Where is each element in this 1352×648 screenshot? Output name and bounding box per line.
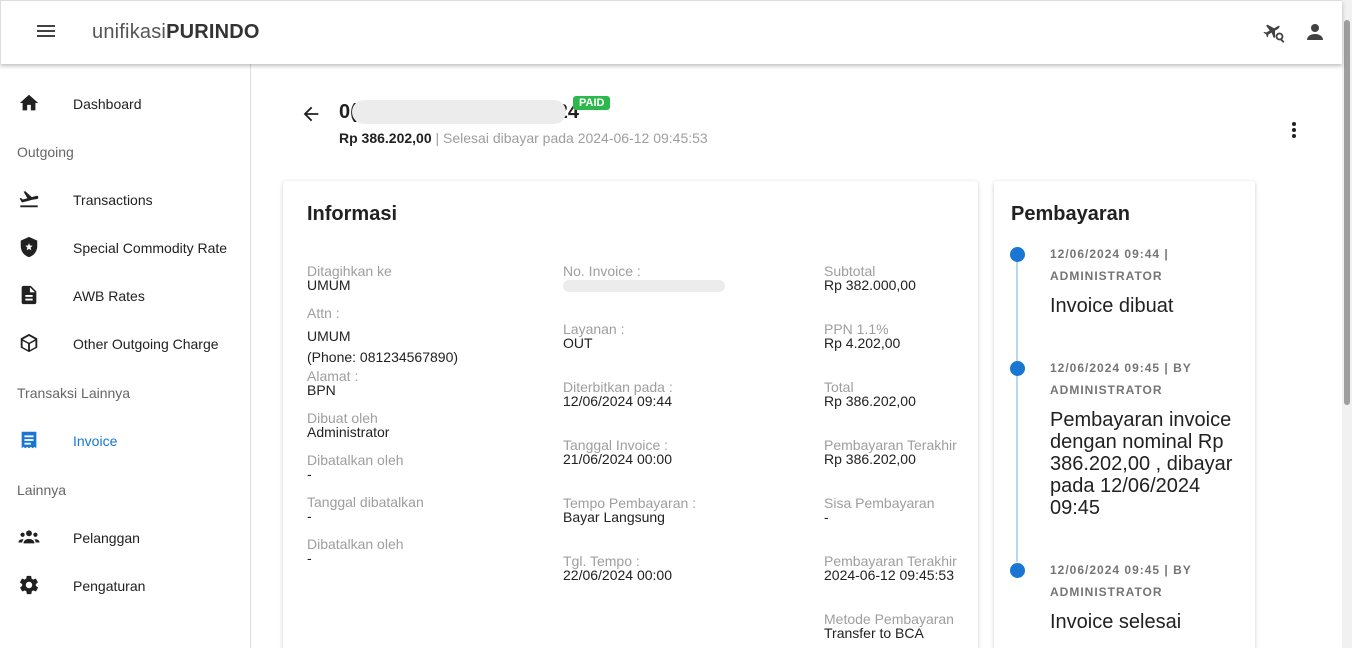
receipt-icon [18, 429, 42, 453]
field-dibatalkan-oleh-2: Dibatalkan oleh - [307, 536, 404, 566]
paid-note: | Selesai dibayar pada 2024-06-12 09:45:… [431, 130, 708, 146]
sidebar-item-dashboard[interactable]: Dashboard [0, 84, 250, 124]
sidebar-section-transaksi-lainnya: Transaksi Lainnya [17, 385, 131, 401]
field-tempo-pembayaran: Tempo Pembayaran : Bayar Langsung [563, 495, 697, 525]
sidebar-item-label: Pelanggan [73, 530, 140, 546]
field-layanan: Layanan : OUT [563, 321, 625, 351]
app-brand[interactable]: unifikasiPURINDO [92, 21, 260, 44]
redacted-invoice-number [352, 100, 566, 124]
page-scrollbar[interactable] [1342, 0, 1352, 648]
timeline-meta: 12/06/2024 09:45 | BY ADMINISTRATOR [1050, 563, 1192, 599]
account-icon[interactable] [1303, 20, 1327, 44]
sidebar-item-label: Dashboard [73, 96, 142, 112]
sidebar-item-label: Special Commodity Rate [73, 240, 228, 256]
sidebar: Dashboard Outgoing Transactions Special … [0, 64, 251, 648]
back-arrow-icon[interactable] [300, 103, 322, 125]
more-vert-icon[interactable] [1284, 120, 1304, 144]
app-bar: unifikasiPURINDO [0, 0, 1342, 64]
menu-icon[interactable] [35, 22, 57, 44]
field-ditagihkan-ke: Ditagihkan ke UMUM [307, 263, 392, 293]
people-icon [18, 526, 42, 550]
timeline-text: Invoice dibuat [1050, 295, 1174, 317]
field-pembayaran-terakhir-date: Pembayaran Terakhir 2024-06-12 09:45:53 [824, 553, 957, 583]
sidebar-item-pelanggan[interactable]: Pelanggan [0, 518, 250, 558]
field-subtotal: Subtotal Rp 382.000,00 [824, 263, 916, 293]
document-icon [18, 284, 42, 308]
field-tgl-tempo: Tgl. Tempo :22/06/2024 00:00 [563, 553, 672, 583]
field-metode-pembayaran: Metode Pembayaran Transfer to BCA [824, 611, 954, 641]
sidebar-item-label: Invoice [73, 433, 118, 449]
scroll-thumb[interactable] [1344, 20, 1350, 405]
pembayaran-title: Pembayaran [1011, 203, 1130, 225]
field-alamat: Alamat : BPN [307, 368, 359, 398]
field-diterbitkan-pada: Diterbitkan pada :12/06/2024 09:44 [563, 379, 673, 409]
sidebar-section-outgoing: Outgoing [17, 144, 74, 160]
field-total: Total Rp 386.202,00 [824, 379, 916, 409]
field-tanggal-invoice: Tanggal Invoice :21/06/2024 00:00 [563, 437, 672, 467]
sidebar-section-lainnya: Lainnya [17, 482, 67, 498]
timeline-meta: 12/06/2024 09:44 | ADMINISTRATOR [1050, 247, 1169, 283]
flight-takeoff-icon [18, 188, 42, 212]
timeline-text: Invoice selesai [1050, 611, 1182, 633]
timeline-dot [1010, 563, 1025, 578]
timeline-dot [1010, 361, 1025, 376]
field-sisa-pembayaran: Sisa Pembayaran - [824, 495, 935, 525]
field-dibatalkan-oleh: Dibatalkan oleh - [307, 452, 404, 482]
sidebar-item-special-commodity-rate[interactable]: Special Commodity Rate [0, 228, 250, 268]
flight-search-icon[interactable] [1263, 20, 1287, 44]
sidebar-item-label: Pengaturan [73, 578, 146, 594]
sidebar-item-transactions[interactable]: Transactions [0, 180, 250, 220]
timeline-meta: 12/06/2024 09:45 | BY ADMINISTRATOR [1050, 361, 1192, 397]
informasi-title: Informasi [307, 203, 398, 225]
timeline-text: Pembayaran invoice dengan nominal Rp 386… [1050, 409, 1233, 519]
field-pembayaran-terakhir: Pembayaran Terakhir Rp 386.202,00 [824, 437, 957, 467]
timeline-dot [1010, 247, 1025, 262]
sidebar-item-awb-rates[interactable]: AWB Rates [0, 276, 250, 316]
sidebar-item-invoice[interactable]: Invoice [0, 421, 250, 461]
field-tanggal-dibatalkan: Tanggal dibatalkan - [307, 494, 424, 524]
field-attn: Attn : UMUM (Phone: 081234567890) [307, 305, 459, 365]
invoice-summary: Rp 386.202,00 | Selesai dibayar pada 202… [339, 130, 708, 146]
sidebar-item-label: AWB Rates [73, 288, 145, 304]
shield-icon [18, 236, 42, 260]
timeline-line [1016, 257, 1018, 562]
field-no-invoice: No. Invoice : [563, 264, 725, 292]
sidebar-item-other-outgoing-charge[interactable]: Other Outgoing Charge [0, 324, 250, 364]
redacted-no-invoice [563, 280, 725, 292]
gear-icon [18, 574, 42, 598]
status-badge: PAID [573, 96, 611, 110]
home-icon [18, 92, 42, 116]
sidebar-item-label: Other Outgoing Charge [73, 336, 219, 352]
package-icon [18, 332, 42, 356]
field-ppn: PPN 1.1% Rp 4.202,00 [824, 321, 901, 351]
field-dibuat-oleh: Dibuat oleh Administrator [307, 410, 390, 440]
sidebar-item-label: Transactions [73, 192, 153, 208]
sidebar-item-pengaturan[interactable]: Pengaturan [0, 566, 250, 606]
invoice-amount: Rp 386.202,00 [339, 130, 432, 146]
